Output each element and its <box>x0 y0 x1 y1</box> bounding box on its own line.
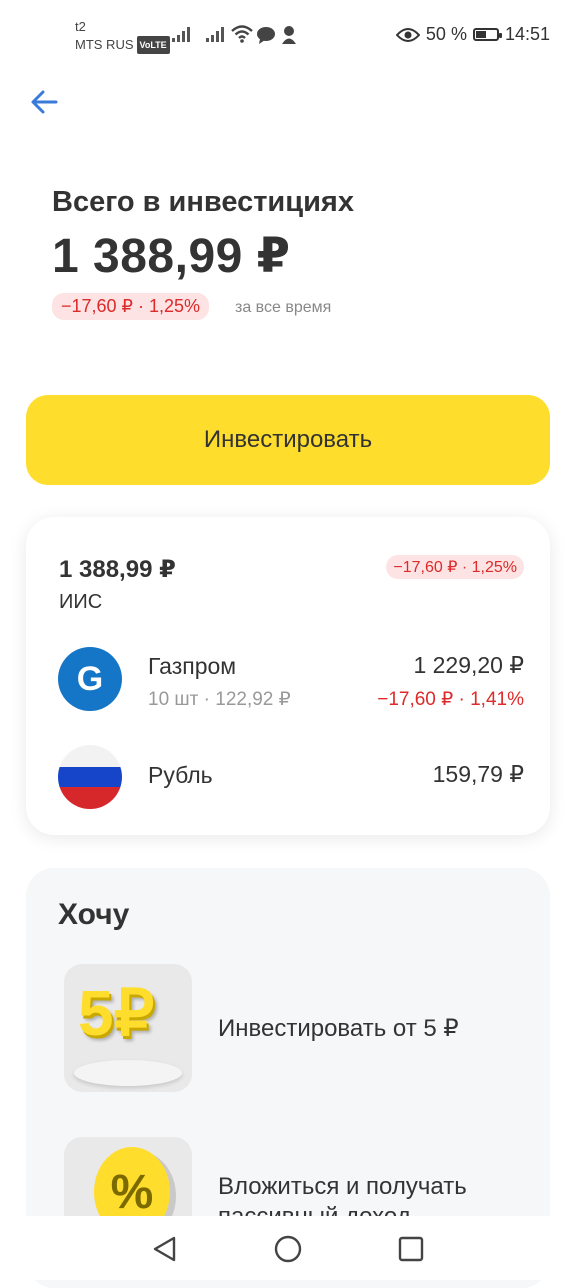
total-amount: 1 388,99 ₽ <box>52 230 291 283</box>
signal-icon <box>172 26 192 42</box>
status-right: 50 % 14:51 <box>395 24 550 45</box>
holding-name: Газпром <box>148 653 237 679</box>
profile-icon <box>282 26 296 44</box>
system-nav-bar <box>0 1216 576 1280</box>
invest-button[interactable]: Инвестировать <box>26 395 550 485</box>
clock: 14:51 <box>504 24 550 44</box>
five-ruble-tile-icon: 5₽ <box>64 964 192 1092</box>
battery-percent: 50 % <box>425 24 467 44</box>
gazprom-logo-icon: G <box>58 647 122 711</box>
volte-badge: VoLTE <box>136 36 170 54</box>
eye-icon <box>395 27 420 42</box>
account-amount: 1 388,99 ₽ <box>59 556 176 583</box>
account-change-badge: −17,60 ₽ · 1,25% <box>386 555 524 579</box>
battery-icon <box>472 28 502 41</box>
nav-home-icon[interactable] <box>273 1234 303 1264</box>
russia-flag-icon <box>58 745 122 809</box>
account-name: ИИС <box>59 591 103 613</box>
carrier-line1: t2 <box>75 19 86 34</box>
signal-icon-2 <box>206 26 226 42</box>
nav-back-icon[interactable] <box>150 1234 180 1264</box>
status-bar: t2 MTS RUS VoLTE 50 % 14:51 <box>0 0 576 70</box>
wifi-icon <box>231 25 253 43</box>
holding-value: 1 229,20 ₽ <box>413 652 524 678</box>
change-period-label: за все время <box>235 299 332 316</box>
holding-change: −17,60 ₽ · 1,41% <box>377 689 524 710</box>
section-title: Хочу <box>58 898 130 931</box>
carrier-line2: MTS RUS <box>75 37 134 52</box>
total-change-badge: −17,60 ₽ · 1,25% <box>52 293 210 320</box>
carrier-info: t2 MTS RUS VoLTE <box>75 18 170 54</box>
page-title: Всего в инвестициях <box>52 186 354 218</box>
holding-name: Рубль <box>148 762 213 788</box>
message-icon <box>257 27 275 44</box>
account-card[interactable]: 1 388,99 ₽ ИИС −17,60 ₽ · 1,25% G Газпро… <box>26 517 550 835</box>
holding-qty-price: 10 шт · 122,92 ₽ <box>148 689 291 710</box>
back-arrow-icon[interactable] <box>28 84 64 120</box>
nav-recents-icon[interactable] <box>396 1234 426 1264</box>
holding-value: 159,79 ₽ <box>432 761 524 787</box>
want-item-label: Инвестировать от 5 ₽ <box>218 1015 459 1042</box>
